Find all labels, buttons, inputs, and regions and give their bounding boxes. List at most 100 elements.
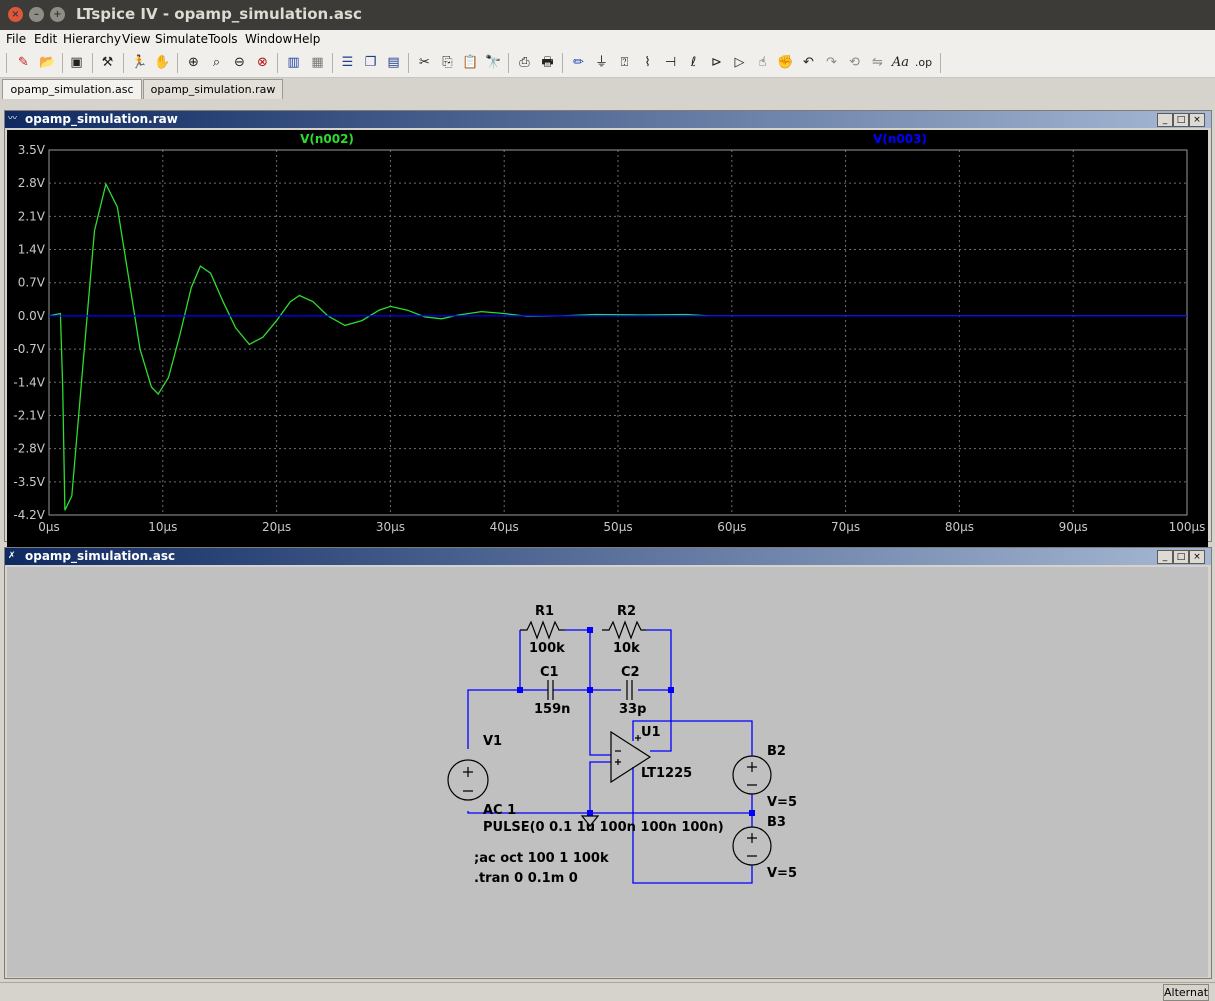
print-icon[interactable]: 🖶 <box>538 53 557 72</box>
move-icon[interactable]: ☝ <box>753 53 772 72</box>
diode-icon[interactable]: ⊳ <box>707 53 726 72</box>
wire <box>589 761 611 813</box>
schematic-window-title: opamp_simulation.asc <box>25 549 176 563</box>
y-tick-label: 0.0V <box>18 309 46 323</box>
toolbar-separator <box>332 53 333 73</box>
spice-directive-icon[interactable]: .op <box>914 53 933 72</box>
wire <box>589 630 611 756</box>
print-preview-icon[interactable]: ⎙ <box>515 53 534 72</box>
rotate-icon[interactable]: ⟲ <box>845 53 864 72</box>
x-tick-label: 60µs <box>717 520 746 534</box>
v1-name: V1 <box>483 734 502 749</box>
label-icon[interactable]: ⍰ <box>615 53 634 72</box>
toolbar-separator <box>62 53 63 73</box>
ground-icon[interactable]: ⏚ <box>592 53 611 72</box>
x-tick-label: 100µs <box>1169 520 1206 534</box>
maximize-window-button[interactable]: + <box>50 7 65 22</box>
waveform-plot[interactable]: 0µs 10µs 20µs 30µs 40µs 50µs 60µs 70µs 80µs 90µs 1… <box>7 130 1208 548</box>
minimize-subwindow-button[interactable]: _ <box>1157 113 1173 127</box>
resistor-r2-symbol <box>602 620 646 640</box>
grid-icon[interactable]: ▦ <box>308 53 327 72</box>
v1-value-pulse: PULSE(0 0.1 1u 100n 100n 100n) <box>483 820 724 835</box>
schematic-canvas[interactable]: R1 100k R2 10k C1 159n C2 33p U1 LT1225 … <box>7 567 1208 977</box>
undo-icon[interactable]: ↶ <box>799 53 818 72</box>
control-panel-icon[interactable]: ⚒ <box>98 53 117 72</box>
junction-dot <box>587 810 593 816</box>
restore-subwindow-button[interactable]: □ <box>1173 550 1189 564</box>
tile-vertical-icon[interactable]: ▤ <box>384 53 403 72</box>
tab-schematic[interactable]: opamp_simulation.asc <box>2 79 142 99</box>
waveform-window: 〰 opamp_simulation.raw _ □ × 0µs 10µs 20µs… <box>4 110 1212 548</box>
schematic-window-icon: ✗ <box>8 551 16 561</box>
junction-dot <box>587 687 593 693</box>
redo-icon[interactable]: ↷ <box>822 53 841 72</box>
tab-waveform[interactable]: opamp_simulation.raw <box>143 79 283 99</box>
y-tick-label: -2.8V <box>13 442 45 456</box>
document-tabs: opamp_simulation.asc opamp_simulation.ra… <box>0 78 1215 99</box>
x-tick-label: 70µs <box>831 520 860 534</box>
y-tick-label: 2.8V <box>18 176 46 190</box>
component-icon[interactable]: ▷ <box>730 53 749 72</box>
run-icon[interactable]: 🏃 <box>130 53 149 72</box>
junction-dot <box>587 627 593 633</box>
b2-polarity <box>747 762 757 786</box>
menu-window[interactable]: Window <box>245 32 292 46</box>
find-icon[interactable]: 🔭 <box>484 53 503 72</box>
r2-value: 10k <box>613 641 640 656</box>
zoom-area-icon[interactable]: ⌕ <box>207 53 226 72</box>
paste-icon[interactable]: 📋 <box>461 53 480 72</box>
voltage-source-v1-symbol <box>447 759 489 801</box>
r2-name: R2 <box>617 604 636 619</box>
copy-icon[interactable]: ⎘ <box>438 53 457 72</box>
restore-subwindow-button[interactable]: □ <box>1173 113 1189 127</box>
close-subwindow-button[interactable]: × <box>1189 550 1205 564</box>
x-tick-label: 0µs <box>38 520 60 534</box>
minimize-window-button[interactable]: – <box>29 7 44 22</box>
cut-icon[interactable]: ✂ <box>415 53 434 72</box>
menu-tools[interactable]: Tools <box>208 32 238 46</box>
y-tick-label: 3.5V <box>18 143 46 157</box>
y-tick-label: -1.4V <box>13 375 45 389</box>
tile-horizontal-icon[interactable]: ☰ <box>338 53 357 72</box>
resistor-icon[interactable]: ⌇ <box>638 53 657 72</box>
inductor-icon[interactable]: ℓ <box>684 53 703 72</box>
spice-directive-tran: .tran 0 0.1m 0 <box>474 871 578 886</box>
cascade-icon[interactable]: ❐ <box>361 53 380 72</box>
zoom-fit-icon[interactable]: ⊗ <box>253 53 272 72</box>
menu-hierarchy[interactable]: Hierarchy <box>63 32 121 46</box>
menu-bar: File Edit Hierarchy View Simulate Tools … <box>0 30 1215 49</box>
new-schematic-icon[interactable]: ✎ <box>14 53 33 72</box>
close-window-button[interactable]: × <box>8 7 23 22</box>
trace-label-vn003: V(n003) <box>873 132 927 146</box>
toolbar-separator <box>92 53 93 73</box>
autorange-icon[interactable]: ▥ <box>284 53 303 72</box>
drag-icon[interactable]: ✊ <box>776 53 795 72</box>
capacitor-icon[interactable]: ⊣ <box>661 53 680 72</box>
wire-icon[interactable]: ✏ <box>569 53 588 72</box>
close-subwindow-button[interactable]: × <box>1189 113 1205 127</box>
menu-view[interactable]: View <box>122 32 150 46</box>
waveform-chart: 0µs 10µs 20µs 30µs 40µs 50µs 60µs 70µs 80µs 90µs 1… <box>13 132 1206 534</box>
b2-name: B2 <box>767 744 786 759</box>
minimize-subwindow-button[interactable]: _ <box>1157 550 1173 564</box>
v1-value-ac: AC 1 <box>483 803 516 818</box>
c2-name: C2 <box>621 665 640 680</box>
mirror-icon[interactable]: ⇋ <box>868 53 887 72</box>
zoom-in-icon[interactable]: ⊕ <box>184 53 203 72</box>
pan-icon[interactable]: ✋ <box>153 53 172 72</box>
junction-dot <box>668 687 674 693</box>
menu-simulate[interactable]: Simulate <box>155 32 208 46</box>
u1-value: LT1225 <box>641 766 692 781</box>
save-icon[interactable]: ▣ <box>67 53 86 72</box>
zoom-out-icon[interactable]: ⊖ <box>230 53 249 72</box>
status-bar: Alternate <box>0 982 1215 1001</box>
c1-value: 159n <box>534 702 570 717</box>
menu-edit[interactable]: Edit <box>34 32 57 46</box>
menu-help[interactable]: Help <box>293 32 320 46</box>
trace-label-vn002: V(n002) <box>300 132 354 146</box>
toolbar-separator <box>508 53 509 73</box>
toolbar: ✎ 📂 ▣ ⚒ 🏃 ✋ ⊕ ⌕ ⊖ ⊗ ▥ ▦ ☰ ❐ ▤ ✂ ⎘ 📋 🔭 ⎙ … <box>0 49 1215 78</box>
text-icon[interactable]: Aa <box>891 53 910 72</box>
open-icon[interactable]: 📂 <box>38 53 57 72</box>
menu-file[interactable]: File <box>6 32 26 46</box>
